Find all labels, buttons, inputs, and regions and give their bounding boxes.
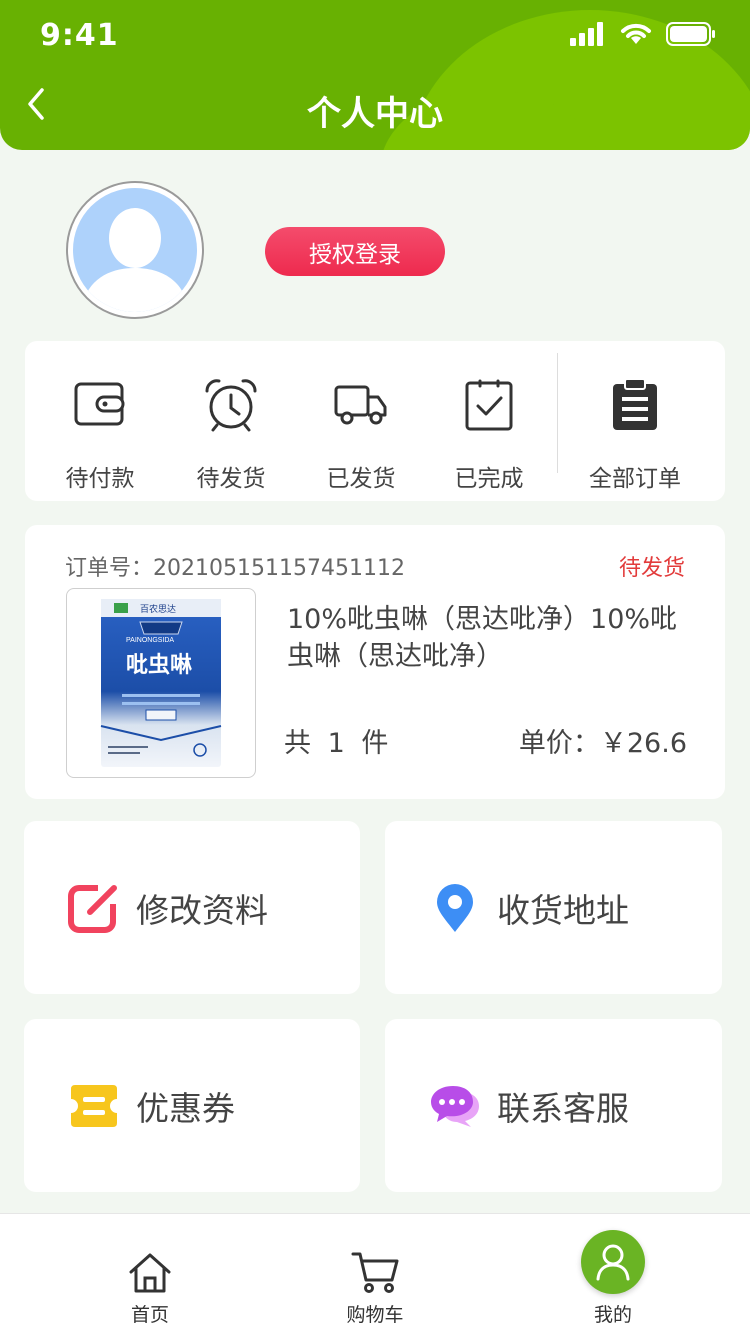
user-placeholder-icon [81, 208, 189, 312]
coupons-button[interactable]: 优惠券 [24, 1019, 360, 1192]
order-tab-label: 待付款 [65, 466, 135, 492]
status-time: 9:41 [40, 18, 119, 53]
product-package-icon: 百农思达 PAINONGSIDA 吡虫啉 [100, 599, 222, 767]
page-title: 个人中心 [307, 94, 443, 134]
battery-icon [666, 22, 715, 46]
user-icon [596, 1244, 630, 1281]
tab-cart[interactable]: 购物车 [305, 1214, 445, 1327]
package-name: 吡虫啉 [126, 652, 192, 678]
truck-icon [334, 385, 387, 425]
order-number: 订单号：202105151157451112 [65, 550, 405, 582]
menu-label: 收货地址 [497, 890, 629, 930]
signal-icon [570, 22, 603, 46]
clipboard-check-icon [465, 379, 513, 431]
order-tab-all[interactable]: 全部订单 [580, 375, 690, 493]
alarm-clock-icon [205, 379, 257, 432]
product-price: 单价：￥26.6 [518, 728, 687, 759]
product-name: 10%吡虫啉（思达吡净）10%吡虫啉（思达吡净） [287, 604, 678, 672]
wifi-icon [621, 23, 651, 44]
order-status-bar: 待付款 待发货 已发货 已完成 全部订单 [25, 341, 725, 501]
order-tab-label: 已完成 [454, 466, 524, 492]
tab-label: 首页 [130, 1304, 169, 1326]
tab-me-active-indicator [581, 1230, 645, 1294]
contact-support-button[interactable]: 联系客服 [385, 1019, 722, 1192]
order-tab-completed[interactable]: 已完成 [434, 375, 544, 493]
coupon-icon [71, 1084, 117, 1127]
tab-label: 购物车 [346, 1304, 404, 1326]
order-tab-label: 全部订单 [589, 466, 681, 492]
order-tab-pending-payment[interactable]: 待付款 [45, 375, 155, 493]
order-tab-label: 待发货 [196, 466, 266, 492]
edit-icon [68, 883, 120, 933]
home-icon [129, 1253, 171, 1293]
tab-label: 我的 [593, 1304, 632, 1326]
menu-label: 修改资料 [136, 890, 268, 930]
location-pin-icon [437, 883, 473, 932]
chat-bubbles-icon [431, 1085, 479, 1127]
cart-icon [351, 1252, 399, 1293]
tab-me[interactable]: 我的 [543, 1214, 683, 1327]
order-status-badge: 待发货 [618, 556, 685, 581]
divider [557, 353, 558, 473]
status-icons [570, 22, 716, 46]
order-tab-label: 已发货 [326, 466, 396, 492]
package-brand: 百农思达 [140, 603, 176, 614]
menu-label: 优惠券 [136, 1088, 235, 1128]
product-quantity: 共 1 件 [284, 728, 389, 759]
header-bar: 9:41 个人中心 [0, 0, 750, 150]
edit-profile-button[interactable]: 修改资料 [24, 821, 360, 994]
avatar[interactable] [66, 181, 204, 319]
product-image[interactable]: 百农思达 PAINONGSIDA 吡虫啉 [66, 588, 256, 778]
package-en-name: PAINONGSIDA [126, 637, 174, 644]
shipping-address-button[interactable]: 收货地址 [385, 821, 722, 994]
bottom-tab-bar: 首页 购物车 我的 [0, 1213, 750, 1333]
menu-label: 联系客服 [497, 1088, 629, 1128]
order-tab-shipped[interactable]: 已发货 [306, 375, 416, 493]
clipboard-list-icon [613, 378, 657, 430]
wallet-icon [74, 382, 125, 426]
order-card[interactable]: 订单号：202105151157451112 待发货 百农思达 PAINONGS… [25, 525, 725, 799]
order-number-label: 订单号： [65, 556, 154, 581]
authorize-login-button[interactable]: 授权登录 [265, 227, 445, 276]
tab-home[interactable]: 首页 [80, 1214, 220, 1327]
order-number-value: 202105151157451112 [153, 556, 405, 581]
order-tab-pending-shipment[interactable]: 待发货 [176, 375, 286, 493]
